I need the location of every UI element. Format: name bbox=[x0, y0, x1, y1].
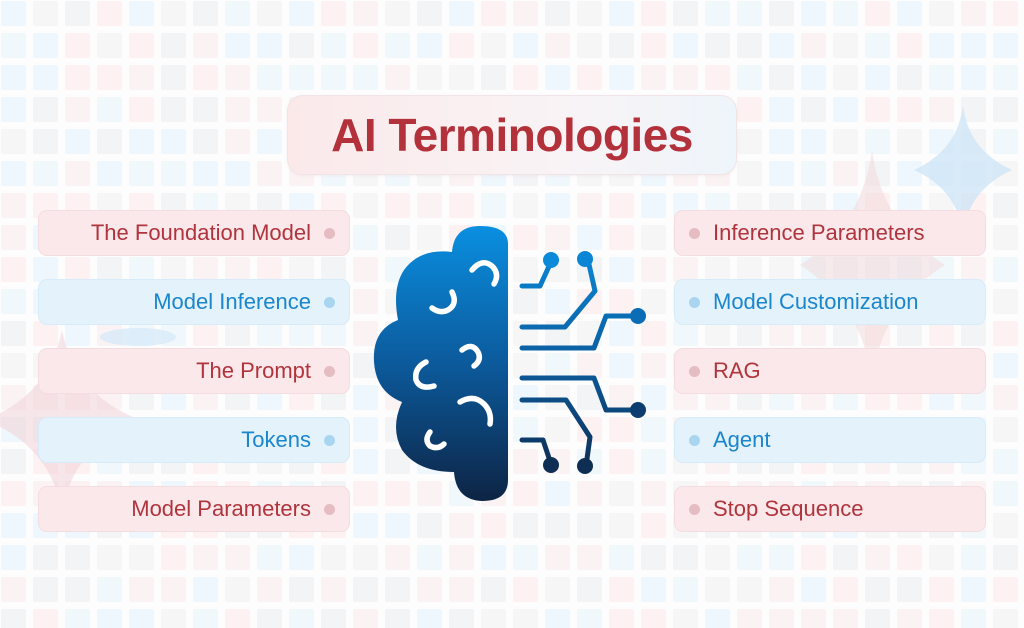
term-label: RAG bbox=[713, 358, 761, 383]
dot-icon bbox=[689, 434, 700, 446]
circuit-node bbox=[577, 458, 593, 474]
term-agent: Agent bbox=[674, 417, 986, 463]
term-stop-sequence: Stop Sequence bbox=[674, 486, 986, 532]
term-label: The Prompt bbox=[196, 358, 311, 383]
term-the-foundation-model: The Foundation Model bbox=[38, 210, 350, 256]
term-tokens: Tokens bbox=[38, 417, 350, 463]
circuit-node bbox=[630, 402, 646, 418]
dot-icon bbox=[689, 365, 700, 377]
circuit-node bbox=[543, 252, 559, 268]
circuit-node bbox=[543, 457, 559, 473]
sparkle-blob bbox=[100, 328, 176, 346]
dot-icon bbox=[689, 227, 700, 239]
term-label: The Foundation Model bbox=[90, 220, 311, 245]
dot-icon bbox=[324, 296, 335, 308]
term-label: Stop Sequence bbox=[713, 496, 864, 521]
dot-icon bbox=[689, 503, 700, 515]
brain-hemisphere bbox=[373, 226, 508, 501]
dot-icon bbox=[324, 434, 335, 446]
term-label: Inference Parameters bbox=[713, 220, 925, 245]
term-the-prompt: The Prompt bbox=[38, 348, 350, 394]
title-banner: AI Terminologies bbox=[287, 95, 737, 175]
term-label: Tokens bbox=[241, 427, 311, 452]
term-model-customization: Model Customization bbox=[674, 279, 986, 325]
circuit-node bbox=[577, 251, 593, 267]
brain-circuit-icon bbox=[373, 226, 646, 501]
page-title: AI Terminologies bbox=[331, 109, 693, 161]
term-label: Agent bbox=[713, 427, 771, 452]
circuit-node bbox=[630, 308, 646, 324]
term-inference-parameters: Inference Parameters bbox=[674, 210, 986, 256]
term-rag: RAG bbox=[674, 348, 986, 394]
dot-icon bbox=[689, 296, 700, 308]
circuit-traces bbox=[519, 257, 639, 469]
term-label: Model Customization bbox=[713, 289, 919, 314]
sparkle-star-icon bbox=[800, 150, 945, 380]
term-model-parameters: Model Parameters bbox=[38, 486, 350, 532]
dot-icon bbox=[324, 503, 335, 515]
dot-icon bbox=[324, 227, 335, 239]
term-label: Model Parameters bbox=[131, 496, 311, 521]
dot-icon bbox=[324, 365, 335, 377]
term-model-inference: Model Inference bbox=[38, 279, 350, 325]
term-label: Model Inference bbox=[153, 289, 311, 314]
